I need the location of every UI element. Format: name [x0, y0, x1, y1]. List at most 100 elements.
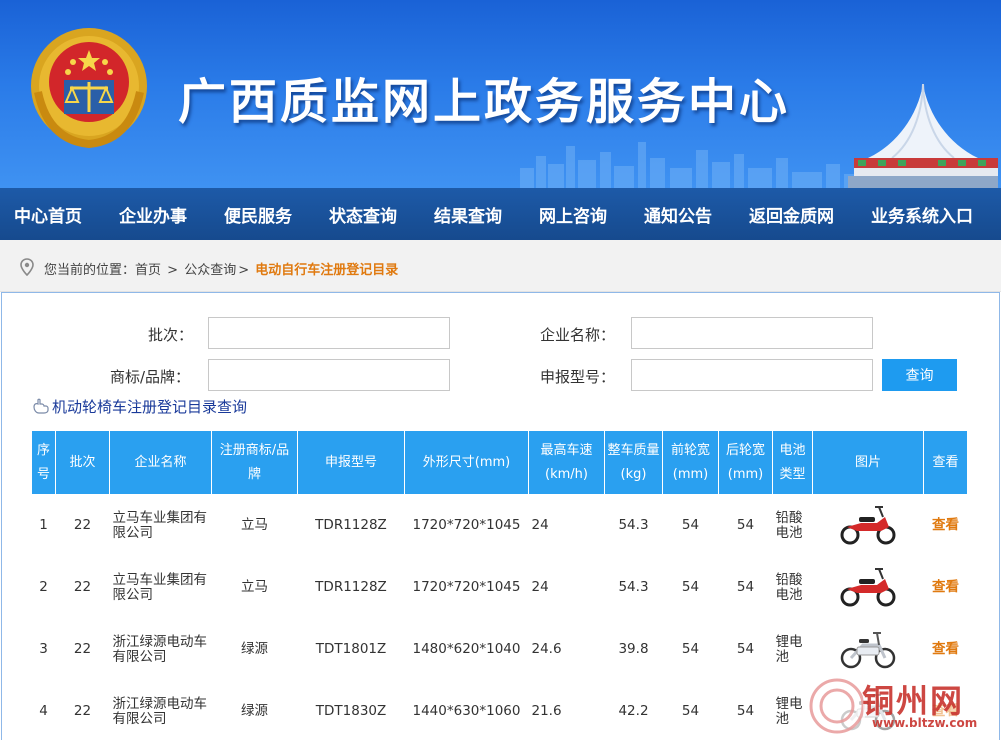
- cell-size: 1720*720*1045: [404, 556, 529, 619]
- cell-model: TDT1801Z: [297, 618, 405, 681]
- cell-mass: 42.2: [604, 680, 663, 743]
- cell-batch: 22: [55, 494, 110, 557]
- cell-battery: 铅酸电池: [772, 494, 813, 557]
- breadcrumb-bar: 您当前的位置：首页 > 公众查询 > 电动自行车注册登记目录: [0, 240, 1001, 292]
- cell-front-width: 54: [662, 556, 719, 619]
- view-link[interactable]: 查看: [932, 579, 959, 595]
- cell-mass: 39.8: [604, 618, 663, 681]
- cell-size: 1720*720*1045: [404, 494, 529, 557]
- cell-no: 4: [31, 680, 56, 743]
- breadcrumb-separator: >: [167, 263, 179, 278]
- quality-supervision-emblem-icon: [31, 28, 147, 149]
- nav-item-status-query[interactable]: 状态查询: [329, 202, 397, 227]
- nav-item-result-query[interactable]: 结果查询: [434, 202, 502, 227]
- cell-company: 立马车业集团有限公司: [109, 556, 212, 619]
- nav-item-system-entry[interactable]: 业务系统入口: [871, 202, 973, 227]
- cell-size: 1480*620*1040: [404, 618, 529, 681]
- nav-item-notices[interactable]: 通知公告: [644, 202, 712, 227]
- cell-model: TDR1128Z: [297, 556, 405, 619]
- brand-label: 商标/品牌：: [110, 368, 191, 386]
- table-row: 2 22 立马车业集团有限公司 立马 TDR1128Z 1720*720*104…: [31, 556, 968, 619]
- query-button[interactable]: 查询: [882, 359, 957, 391]
- cell-mass: 54.3: [604, 494, 663, 557]
- col-header-no: 序号: [31, 430, 56, 495]
- table-header-row: 序号 批次 企业名称 注册商标/品牌 申报型号 外形尺寸(mm) 最高车速(km…: [31, 430, 968, 495]
- cell-speed: 24: [528, 494, 605, 557]
- cell-rear-width: 54: [718, 618, 773, 681]
- cell-front-width: 54: [662, 680, 719, 743]
- batch-label: 批次：: [148, 326, 194, 344]
- cell-model: TDT1830Z: [297, 680, 405, 743]
- breadcrumb-current: 电动自行车注册登记目录: [255, 263, 399, 278]
- cell-company: 浙江绿源电动车有限公司: [109, 618, 212, 681]
- cell-mass: 54.3: [604, 556, 663, 619]
- cell-batch: 22: [55, 618, 110, 681]
- col-header-size: 外形尺寸(mm): [404, 430, 529, 495]
- breadcrumb-public-query-link[interactable]: 公众查询: [184, 263, 236, 278]
- col-header-model: 申报型号: [297, 430, 405, 495]
- breadcrumb-prefix: 您当前的位置：: [44, 263, 136, 278]
- col-header-front-width: 前轮宽(mm): [662, 430, 719, 495]
- cell-view: 查看: [923, 556, 968, 619]
- col-header-company: 企业名称: [109, 430, 212, 495]
- cell-brand: 立马: [211, 556, 298, 619]
- batch-input[interactable]: [208, 317, 450, 349]
- cell-model: TDR1128Z: [297, 494, 405, 557]
- watermark-url: www.bltzw.com: [872, 716, 978, 730]
- cell-battery: 铅酸电池: [772, 556, 813, 619]
- cell-brand: 立马: [211, 494, 298, 557]
- nav-item-public-service[interactable]: 便民服务: [224, 202, 292, 227]
- cell-company: 浙江绿源电动车有限公司: [109, 680, 212, 743]
- cell-speed: 24: [528, 556, 605, 619]
- header-banner: 广西质监网上政务服务中心: [0, 0, 1001, 188]
- cell-brand: 绿源: [211, 680, 298, 743]
- col-header-image: 图片: [812, 430, 924, 495]
- company-label: 企业名称：: [540, 326, 616, 344]
- wheelchair-link-text: 机动轮椅车注册登记目录查询: [52, 398, 248, 416]
- cell-image[interactable]: [812, 556, 924, 619]
- col-header-speed: 最高车速(km/h): [528, 430, 605, 495]
- cell-front-width: 54: [662, 618, 719, 681]
- model-input[interactable]: [631, 359, 873, 391]
- view-link[interactable]: 查看: [932, 517, 959, 533]
- main-nav: 中心首页 企业办事 便民服务 状态查询 结果查询 网上咨询 通知公告 返回金质网…: [0, 188, 1001, 240]
- red-scooter-icon[interactable]: [839, 503, 897, 545]
- cell-image[interactable]: [812, 494, 924, 557]
- col-header-view: 查看: [923, 430, 968, 495]
- col-header-batch: 批次: [55, 430, 110, 495]
- col-header-rear-width: 后轮宽(mm): [718, 430, 773, 495]
- col-header-brand: 注册商标/品牌: [211, 430, 298, 495]
- breadcrumb-home-link[interactable]: 首页: [135, 263, 161, 278]
- col-header-battery: 电池类型: [772, 430, 813, 495]
- nav-item-back-portal[interactable]: 返回金质网: [749, 202, 834, 227]
- red-scooter-icon[interactable]: [839, 565, 897, 607]
- convention-center-graphic: [848, 84, 998, 188]
- cell-view: 查看: [923, 494, 968, 557]
- city-skyline-graphic: [520, 142, 880, 188]
- company-input[interactable]: [631, 317, 873, 349]
- cell-speed: 21.6: [528, 680, 605, 743]
- nav-item-online-consult[interactable]: 网上咨询: [539, 202, 607, 227]
- pointing-hand-icon: [33, 398, 49, 414]
- breadcrumb-separator: >: [238, 263, 250, 278]
- cell-size: 1440*630*1060: [404, 680, 529, 743]
- cell-company: 立马车业集团有限公司: [109, 494, 212, 557]
- cell-no: 3: [31, 618, 56, 681]
- brand-input[interactable]: [208, 359, 450, 391]
- cell-no: 1: [31, 494, 56, 557]
- cell-rear-width: 54: [718, 556, 773, 619]
- site-title: 广西质监网上政务服务中心: [178, 74, 791, 130]
- nav-item-enterprise[interactable]: 企业办事: [119, 202, 187, 227]
- cell-batch: 22: [55, 680, 110, 743]
- cell-batch: 22: [55, 556, 110, 619]
- cell-brand: 绿源: [211, 618, 298, 681]
- cell-rear-width: 54: [718, 680, 773, 743]
- cell-no: 2: [31, 556, 56, 619]
- breadcrumb: 您当前的位置：首页 > 公众查询 > 电动自行车注册登记目录: [44, 259, 398, 278]
- model-label: 申报型号：: [540, 368, 616, 386]
- nav-item-home[interactable]: 中心首页: [14, 202, 82, 227]
- white-bicycle-icon[interactable]: [839, 627, 897, 669]
- view-link[interactable]: 查看: [932, 641, 959, 657]
- cell-rear-width: 54: [718, 494, 773, 557]
- wheelchair-catalog-link[interactable]: 机动轮椅车注册登记目录查询: [32, 396, 247, 417]
